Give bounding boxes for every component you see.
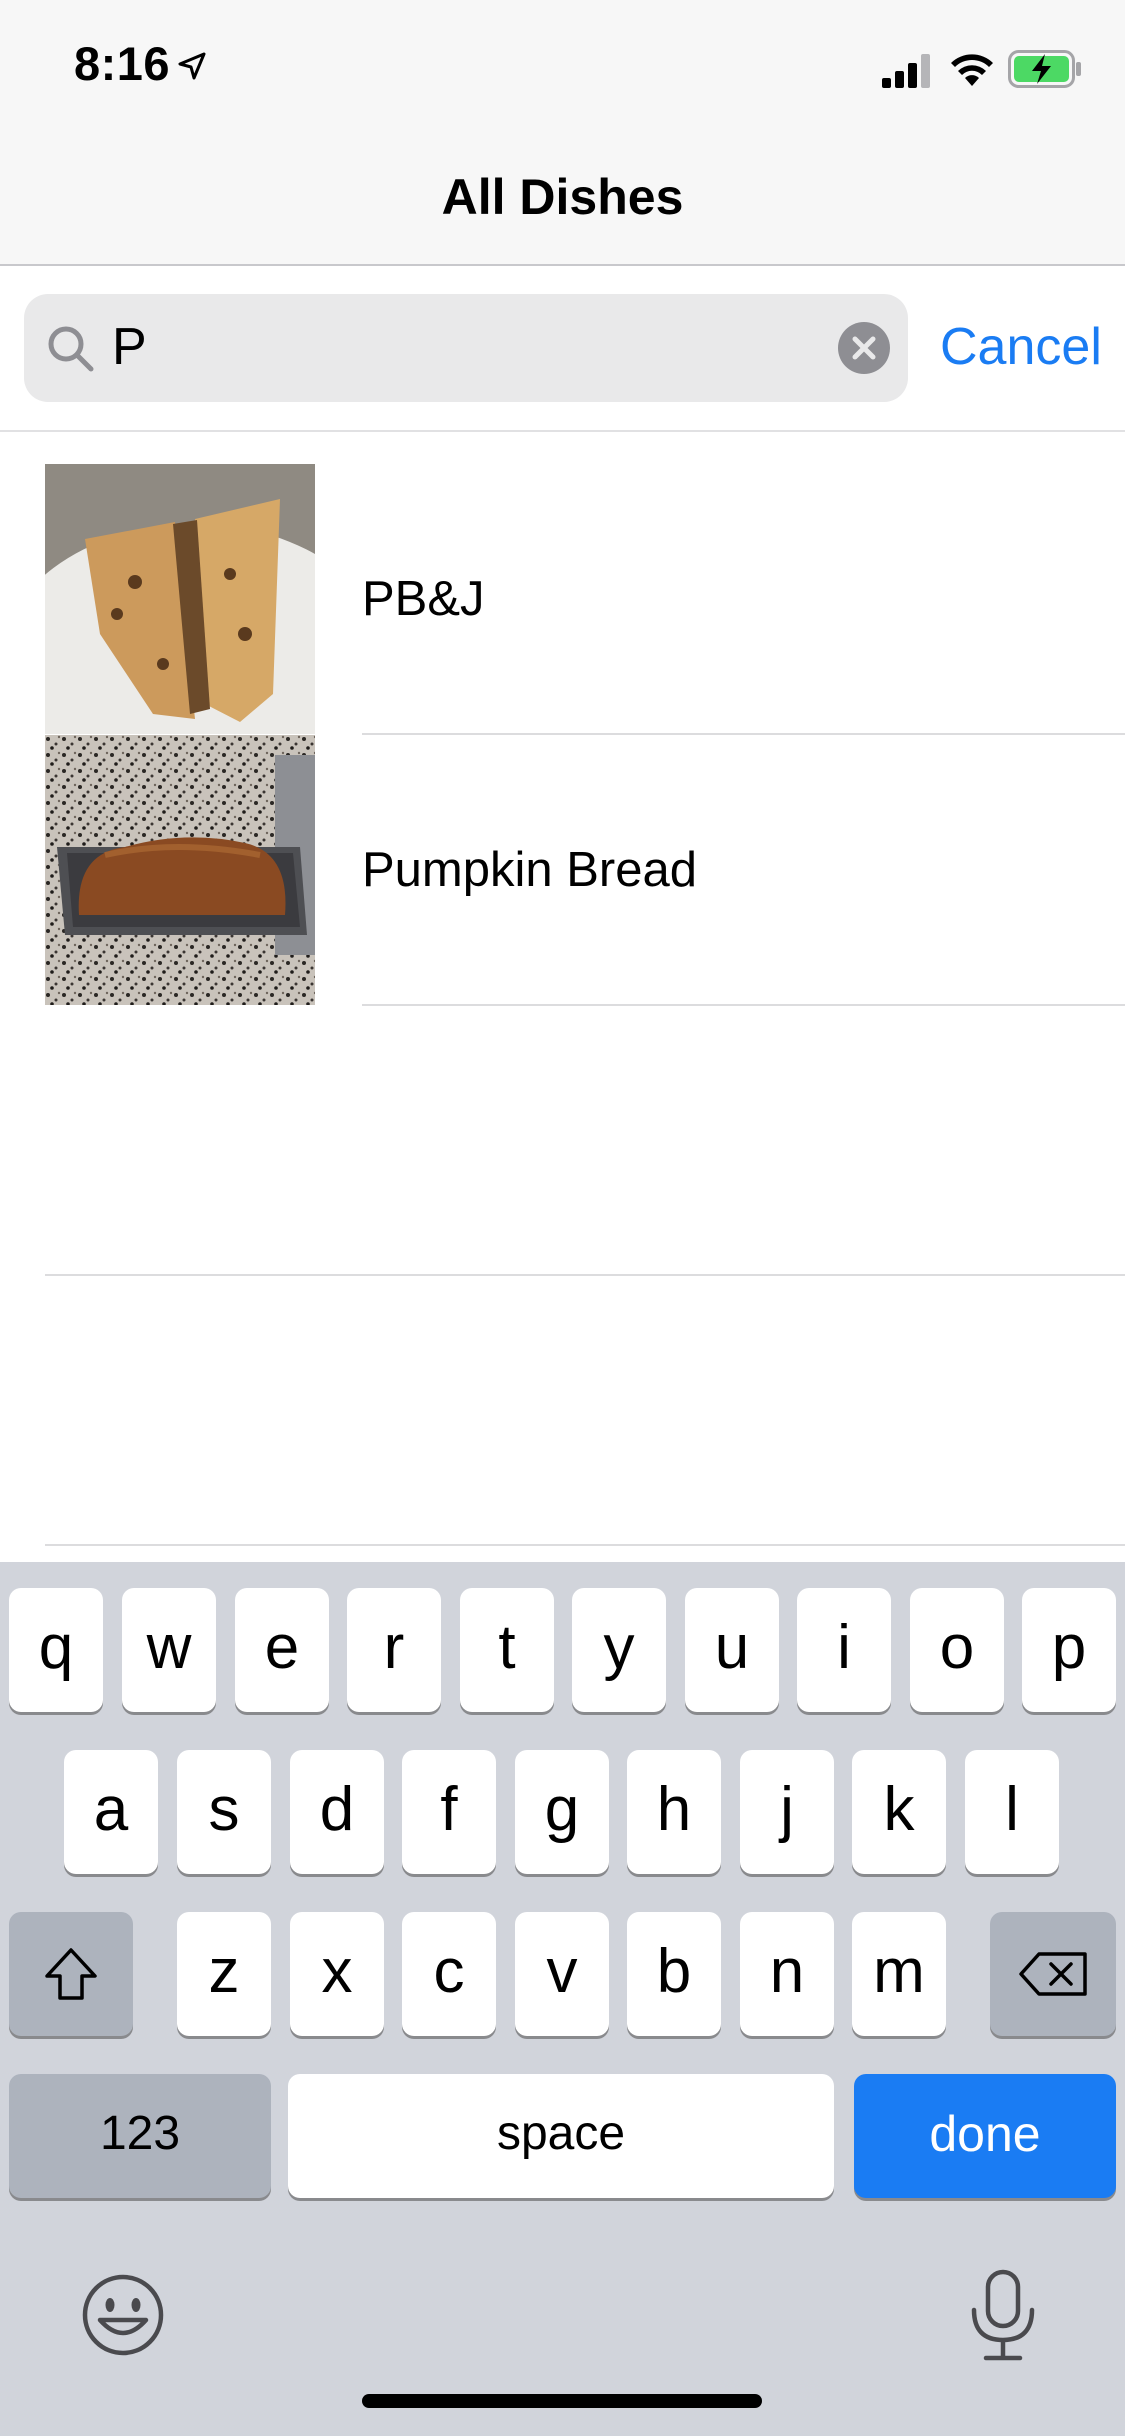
emoji-icon[interactable] bbox=[80, 2272, 166, 2358]
list-item[interactable]: PB&J bbox=[0, 464, 1125, 734]
space-key[interactable]: space bbox=[288, 2074, 834, 2198]
key-b[interactable]: b bbox=[627, 1912, 721, 2036]
empty-row-separator bbox=[45, 1544, 1125, 1546]
microphone-icon[interactable] bbox=[966, 2268, 1040, 2364]
key-z[interactable]: z bbox=[177, 1912, 271, 2036]
key-n[interactable]: n bbox=[740, 1912, 834, 2036]
key-h[interactable]: h bbox=[627, 1750, 721, 1874]
divider bbox=[0, 430, 1125, 432]
done-key[interactable]: done bbox=[854, 2074, 1116, 2198]
page-title: All Dishes bbox=[441, 169, 684, 225]
keyboard: q w e r t y u i o p a s d f g h j k l z … bbox=[0, 1562, 1125, 2436]
key-y[interactable]: y bbox=[572, 1588, 666, 1712]
delete-key[interactable] bbox=[990, 1912, 1116, 2036]
status-time: 8:16 bbox=[74, 37, 171, 90]
dish-photo-pumpkin-bread bbox=[45, 735, 315, 1005]
home-indicator bbox=[362, 2394, 762, 2408]
backspace-icon bbox=[1019, 1952, 1087, 1996]
key-d[interactable]: d bbox=[290, 1750, 384, 1874]
key-v[interactable]: v bbox=[515, 1912, 609, 2036]
wifi-icon bbox=[951, 54, 993, 86]
dish-name: Pumpkin Bread bbox=[362, 843, 698, 897]
battery-charging-icon bbox=[1008, 50, 1081, 88]
row-separator bbox=[362, 1004, 1125, 1006]
key-i[interactable]: i bbox=[797, 1588, 891, 1712]
key-w[interactable]: w bbox=[122, 1588, 216, 1712]
key-u[interactable]: u bbox=[685, 1588, 779, 1712]
empty-row-separator bbox=[45, 1274, 1125, 1276]
search-input[interactable] bbox=[112, 316, 812, 378]
shift-arrow-icon bbox=[45, 1948, 97, 2000]
key-a[interactable]: a bbox=[64, 1750, 158, 1874]
cellular-signal-icon bbox=[882, 54, 930, 88]
key-r[interactable]: r bbox=[347, 1588, 441, 1712]
key-m[interactable]: m bbox=[852, 1912, 946, 2036]
list-item[interactable]: Pumpkin Bread bbox=[0, 735, 1125, 1005]
location-arrow-icon bbox=[178, 52, 206, 80]
key-t[interactable]: t bbox=[460, 1588, 554, 1712]
key-k[interactable]: k bbox=[852, 1750, 946, 1874]
key-g[interactable]: g bbox=[515, 1750, 609, 1874]
key-e[interactable]: e bbox=[235, 1588, 329, 1712]
key-x[interactable]: x bbox=[290, 1912, 384, 2036]
key-j[interactable]: j bbox=[740, 1750, 834, 1874]
close-icon bbox=[852, 336, 876, 360]
numbers-key[interactable]: 123 bbox=[9, 2074, 271, 2198]
clear-search-button[interactable] bbox=[838, 322, 890, 374]
dish-photo-pbj bbox=[45, 464, 315, 734]
key-c[interactable]: c bbox=[402, 1912, 496, 2036]
shift-key[interactable] bbox=[9, 1912, 133, 2036]
search-icon bbox=[48, 326, 94, 372]
key-l[interactable]: l bbox=[965, 1750, 1059, 1874]
key-p[interactable]: p bbox=[1022, 1588, 1116, 1712]
key-o[interactable]: o bbox=[910, 1588, 1004, 1712]
cancel-button[interactable]: Cancel bbox=[940, 316, 1102, 378]
key-q[interactable]: q bbox=[9, 1588, 103, 1712]
key-f[interactable]: f bbox=[402, 1750, 496, 1874]
dish-name: PB&J bbox=[362, 572, 485, 626]
key-s[interactable]: s bbox=[177, 1750, 271, 1874]
